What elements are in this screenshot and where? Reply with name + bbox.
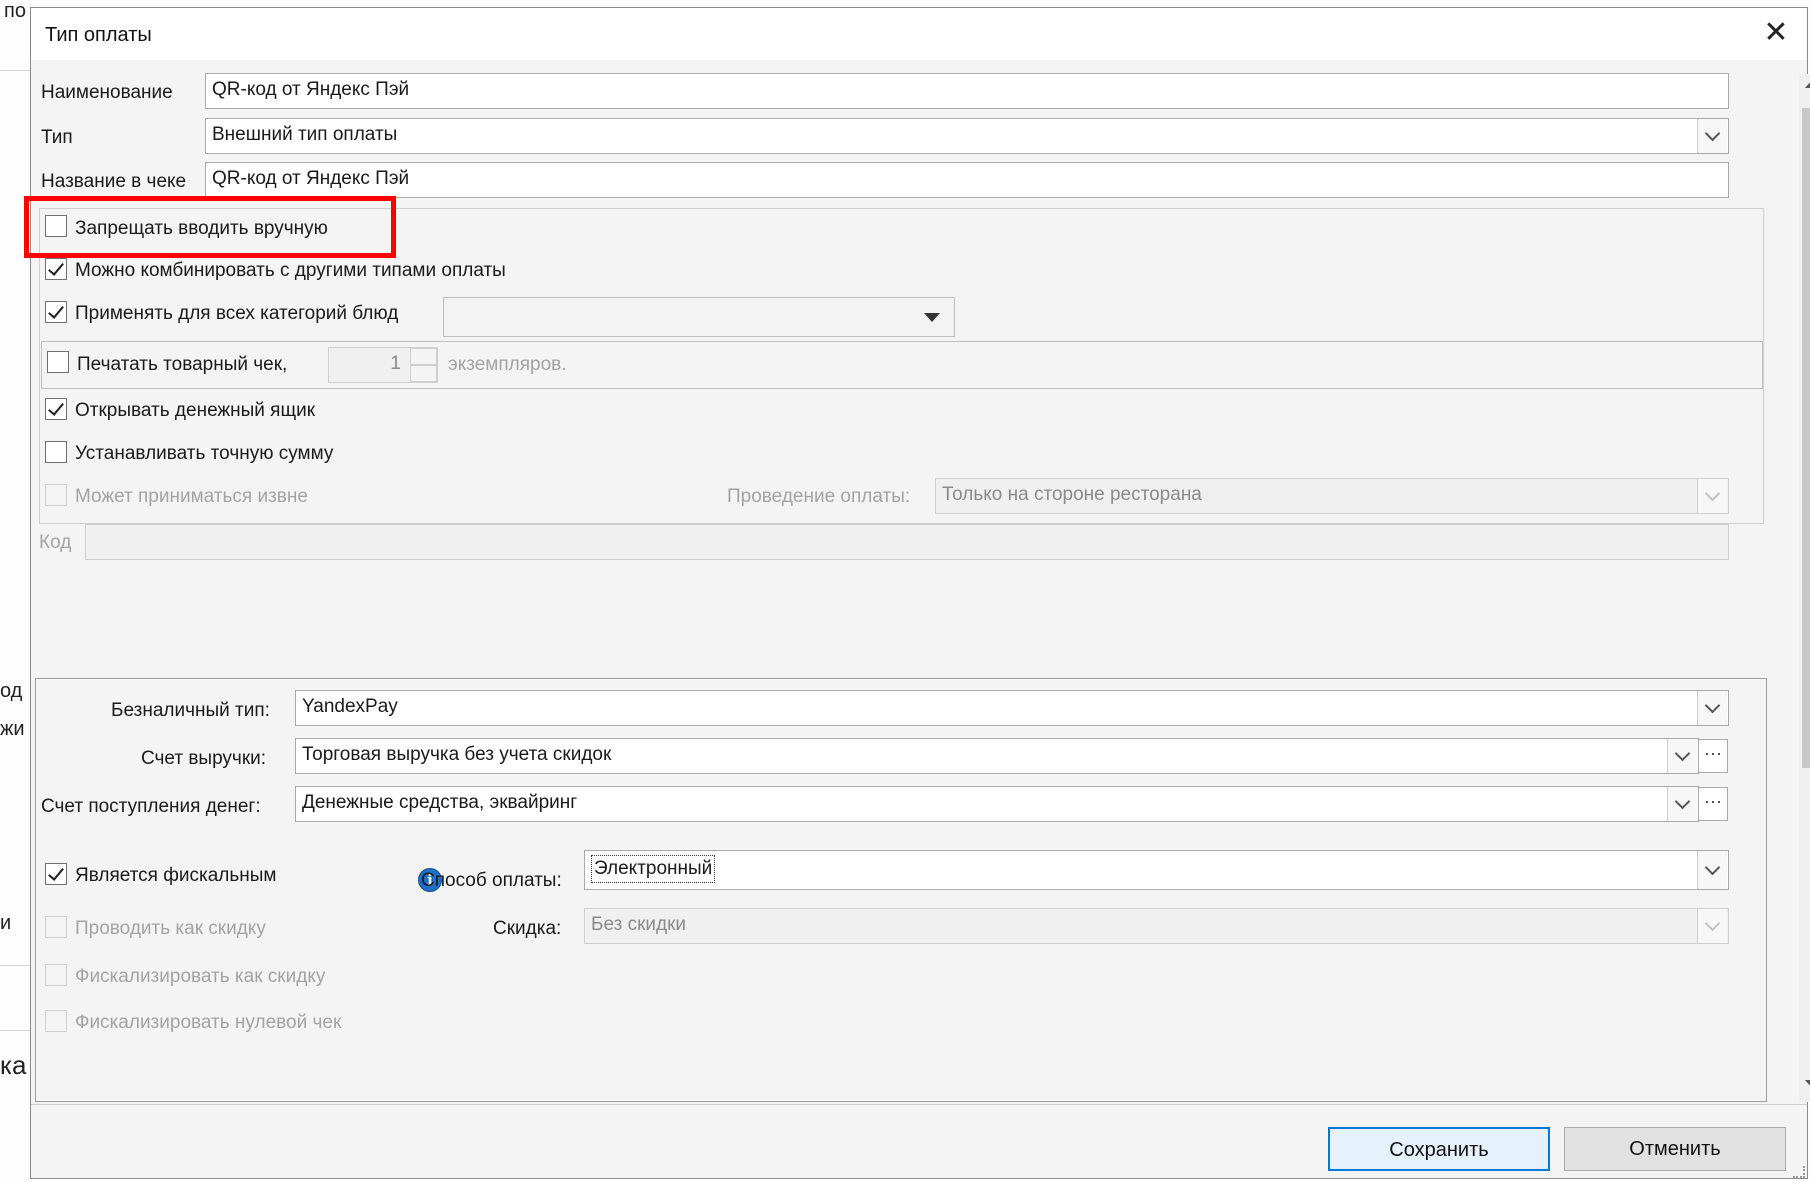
external-label: Может приниматься извне	[75, 486, 308, 507]
as-discount-checkbox[interactable]	[45, 916, 67, 938]
apply-all-label: Применять для всех категорий блюд	[75, 303, 399, 324]
scroll-down-icon[interactable]	[1805, 1080, 1810, 1088]
revenue-account-label: Счет выручки:	[141, 748, 267, 769]
discount-select[interactable]: Без скидки	[584, 908, 1729, 944]
dialog-title: Тип оплаты	[45, 24, 152, 46]
bg-text-fragment: и	[0, 912, 12, 934]
name-label: Наименование	[41, 82, 173, 103]
processing-label: Проведение оплаты:	[727, 486, 911, 507]
cashless-type-label: Безналичный тип:	[111, 700, 270, 721]
exact-sum-label: Устанавливать точную сумму	[75, 443, 334, 464]
receipt-name-label: Название в чеке	[41, 171, 187, 192]
payment-method-dropdown-button[interactable]	[1697, 851, 1727, 889]
as-discount-label: Проводить как скидку	[75, 918, 266, 939]
bg-text-fragment: ка	[0, 1050, 27, 1080]
chevron-down-icon	[1674, 745, 1691, 762]
processing-select-value: Только на стороне ресторана	[942, 484, 1202, 505]
combine-label: Можно комбинировать с другими типами опл…	[75, 260, 506, 281]
print-receipt-label: Печатать товарный чек,	[77, 354, 288, 375]
open-drawer-checkbox[interactable]	[45, 398, 67, 420]
revenue-browse-button[interactable]: ···	[1698, 739, 1728, 773]
footer-divider	[31, 1104, 1807, 1105]
print-receipt-group	[41, 341, 1763, 389]
type-dropdown-button[interactable]	[1697, 119, 1727, 153]
name-field[interactable]: QR-код от Яндекс Пэй	[205, 73, 1729, 109]
scrollbar-thumb[interactable]	[1802, 108, 1810, 768]
bg-divider	[0, 70, 30, 71]
code-field[interactable]	[85, 524, 1729, 560]
revenue-dropdown-button[interactable]	[1667, 739, 1697, 773]
fiscal-zero-checkbox[interactable]	[45, 1010, 67, 1032]
discount-label: Скидка:	[493, 918, 562, 939]
bg-divider	[0, 965, 30, 966]
cashless-type-value: YandexPay	[302, 696, 398, 717]
copies-up-button[interactable]	[410, 348, 437, 365]
open-drawer-label: Открывать денежный ящик	[75, 400, 316, 421]
type-select[interactable]: Внешний тип оплаты	[205, 118, 1729, 154]
chevron-down-icon	[1704, 485, 1721, 502]
chevron-down-icon	[1704, 697, 1721, 714]
type-select-value: Внешний тип оплаты	[212, 124, 398, 145]
revenue-account-value: Торговая выручка без учета скидок	[302, 744, 612, 765]
payment-method-value: Электронный	[591, 855, 716, 883]
bg-text-fragment: по	[4, 0, 26, 22]
incoming-account-select[interactable]: Денежные средства, эквайринг	[295, 786, 1699, 822]
fiscal-discount-label: Фискализировать как скидку	[75, 966, 326, 987]
cancel-button[interactable]: Отменить	[1564, 1127, 1786, 1171]
close-icon[interactable]: ✕	[1761, 18, 1791, 48]
incoming-account-value: Денежные средства, эквайринг	[302, 792, 578, 813]
exact-sum-checkbox[interactable]	[45, 441, 67, 463]
payment-type-dialog: Тип оплаты ✕ Наименование QR-код от Янде…	[30, 7, 1810, 1179]
highlight-box	[24, 196, 396, 258]
processing-select[interactable]: Только на стороне ресторана	[935, 478, 1729, 514]
external-checkbox[interactable]	[45, 484, 67, 506]
title-bar: Тип оплаты ✕	[31, 8, 1807, 60]
chevron-down-icon	[1674, 793, 1691, 810]
cashless-dropdown-button[interactable]	[1697, 691, 1727, 725]
scroll-up-icon[interactable]	[1805, 80, 1810, 88]
fiscal-checkbox[interactable]	[45, 863, 67, 885]
triangle-down-icon	[924, 313, 940, 322]
chevron-down-icon	[1704, 915, 1721, 932]
processing-dropdown-button[interactable]	[1697, 479, 1727, 513]
discount-value: Без скидки	[591, 914, 687, 935]
payment-method-select[interactable]: Электронный	[584, 850, 1729, 890]
bg-text-fragment: од	[0, 680, 23, 702]
incoming-browse-button[interactable]: ···	[1698, 787, 1728, 821]
copies-down-button[interactable]	[410, 365, 437, 382]
bg-divider	[0, 1030, 30, 1031]
cashless-type-select[interactable]: YandexPay	[295, 690, 1729, 726]
incoming-account-label: Счет поступления денег:	[41, 796, 261, 817]
chevron-down-icon	[1704, 859, 1721, 876]
category-select[interactable]	[443, 297, 955, 337]
payment-method-label: Способ оплаты:	[421, 870, 562, 891]
apply-all-checkbox[interactable]	[45, 301, 67, 323]
fiscal-discount-checkbox[interactable]	[45, 964, 67, 986]
save-button[interactable]: Сохранить	[1328, 1127, 1550, 1171]
combine-checkbox[interactable]	[45, 258, 67, 280]
incoming-dropdown-button[interactable]	[1667, 787, 1697, 821]
code-label: Код	[39, 532, 72, 553]
fiscal-zero-label: Фискализировать нулевой чек	[75, 1012, 342, 1033]
receipt-name-field[interactable]: QR-код от Яндекс Пэй	[205, 162, 1729, 198]
bg-text-fragment: жи	[0, 718, 25, 740]
revenue-account-select[interactable]: Торговая выручка без учета скидок	[295, 738, 1699, 774]
print-receipt-checkbox[interactable]	[47, 351, 69, 373]
fiscal-label: Является фискальным	[75, 865, 277, 886]
type-label: Тип	[41, 127, 73, 148]
discount-dropdown-button[interactable]	[1697, 909, 1727, 943]
chevron-down-icon	[1704, 125, 1721, 142]
resize-grip-icon[interactable]	[1793, 1166, 1805, 1178]
copies-suffix: экземпляров.	[448, 354, 567, 375]
